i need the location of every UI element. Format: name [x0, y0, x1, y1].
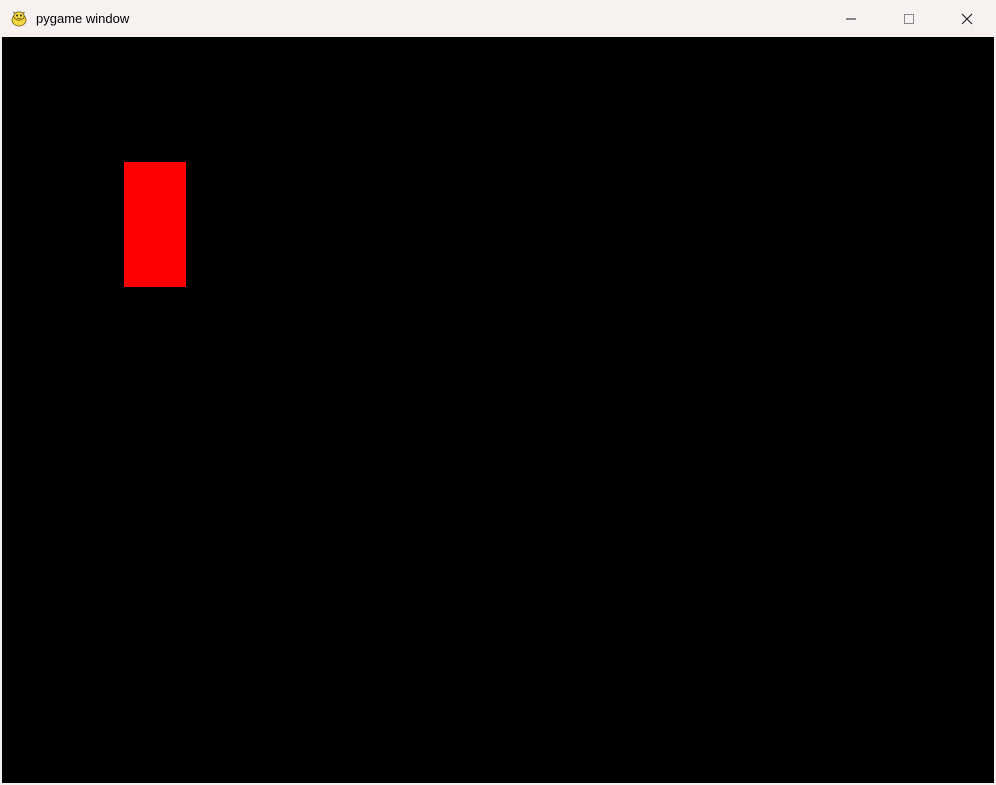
maximize-button[interactable] — [880, 0, 938, 37]
window-controls — [822, 0, 996, 37]
game-canvas[interactable] — [2, 37, 994, 783]
pygame-icon — [10, 10, 28, 28]
minimize-button[interactable] — [822, 0, 880, 37]
window-titlebar[interactable]: pygame window — [0, 0, 996, 37]
close-icon — [961, 13, 973, 25]
red-sprite — [124, 162, 186, 287]
window-title: pygame window — [36, 11, 129, 26]
maximize-icon — [903, 13, 915, 25]
minimize-icon — [845, 13, 857, 25]
close-button[interactable] — [938, 0, 996, 37]
